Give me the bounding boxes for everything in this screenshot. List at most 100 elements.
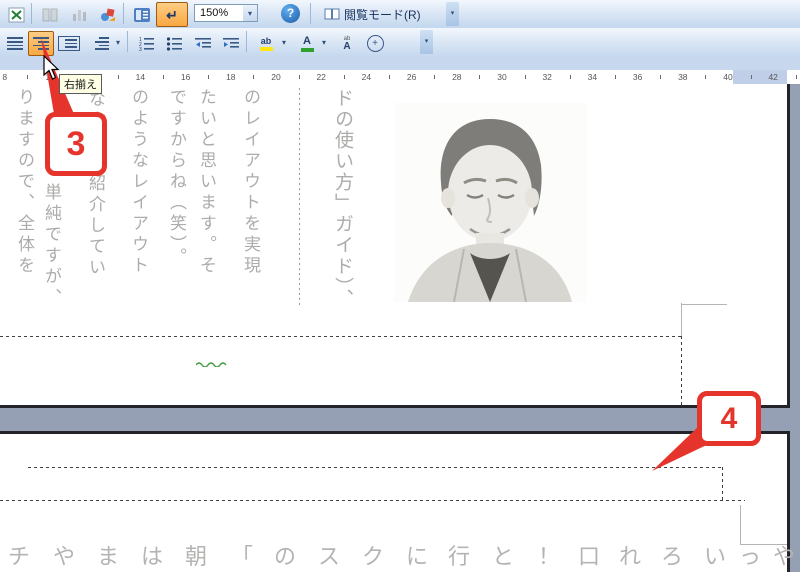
increase-indent-button[interactable] [218, 31, 244, 56]
font-color-icon: A [300, 35, 314, 52]
help-icon: ? [286, 6, 295, 20]
columns-button[interactable] [37, 2, 63, 27]
font-color-dropdown[interactable]: ▾ [318, 31, 330, 54]
chevron-down-icon: ▾ [115, 38, 120, 47]
ruler-tick [479, 75, 481, 79]
ruler-number: 28 [452, 72, 462, 82]
drawing-toolbar-button[interactable] [95, 2, 121, 27]
chart-icon [73, 10, 86, 21]
align-right-button[interactable] [28, 31, 54, 56]
highlight-icon: ab [259, 36, 273, 51]
vertical-text-column: 単純ですが、 [42, 183, 61, 309]
chevron-down-icon: ▾ [450, 10, 455, 17]
vertical-text-column: たいと思います。そ [197, 88, 216, 277]
svg-text:3: 3 [139, 47, 142, 51]
bottom-text-char: は [141, 544, 164, 569]
bottom-text-char: ま [97, 544, 120, 569]
ruby-button[interactable]: ab A [333, 31, 361, 56]
document-map-button[interactable] [129, 2, 155, 27]
decrease-indent-button[interactable] [190, 31, 216, 56]
toolbar-options-grip[interactable]: ▾ [420, 30, 433, 54]
toolbar-separator [127, 31, 128, 52]
ruler-tick [705, 75, 707, 79]
bottom-text-char: ス [318, 544, 341, 569]
footer-boundary-dashed-line-vertical [681, 336, 682, 405]
align-justify-icon [7, 37, 23, 50]
reading-mode-button[interactable]: 閲覧モード(R) [318, 3, 427, 25]
align-justify-button[interactable] [2, 31, 28, 56]
text-boundary-line [681, 304, 727, 305]
font-color-button[interactable]: A [294, 31, 320, 56]
help-button[interactable]: ? [281, 4, 300, 23]
highlight-button[interactable]: ab [252, 31, 280, 56]
decrease-indent-icon [194, 38, 211, 48]
bottom-text-char: の [274, 544, 297, 569]
chevron-down-icon: ▾ [281, 38, 286, 47]
ruler-tick [569, 75, 571, 79]
bottom-text-char: ！ [538, 544, 561, 569]
ruler-margin-shade [733, 70, 787, 84]
vertical-text-column: ですからね（笑）。 [167, 88, 186, 269]
header-boundary-dashed-line-bottom [0, 500, 745, 501]
footer-boundary-dashed-line [0, 336, 681, 337]
insert-excel-worksheet-button[interactable] [4, 2, 30, 27]
ruler-tick [343, 75, 345, 79]
ruler-number: 36 [632, 72, 643, 82]
mouse-cursor-icon [43, 55, 60, 80]
highlight-dropdown[interactable]: ▾ [278, 31, 290, 54]
enclose-character-button[interactable]: + [361, 31, 389, 56]
callout-step-3: 3 [45, 112, 107, 176]
portrait-photo-image[interactable] [394, 103, 586, 302]
align-right-icon [33, 37, 49, 50]
ruler-number: 32 [542, 72, 552, 82]
line-spacing-dropdown[interactable]: ▾ [112, 31, 124, 54]
ruler-tick [524, 75, 526, 79]
bottom-text-char: れ [619, 544, 642, 569]
ruler-number: 34 [587, 72, 598, 82]
ruler-number: 42 [768, 72, 778, 82]
bottom-text-char: や [773, 544, 796, 569]
drawing-icon [101, 7, 115, 21]
ruler-tick [389, 75, 390, 79]
bottom-text-char: チ [8, 544, 31, 569]
toolbar-separator [31, 3, 32, 24]
ruler-tick [117, 75, 119, 79]
bullet-list-button[interactable] [161, 31, 187, 56]
bottom-text-char: 朝 [185, 544, 208, 569]
standard-toolbar: ↵ 150% ▾ ? 閲覧モード(R) ▾ [0, 0, 800, 29]
word-window: ↵ 150% ▾ ? 閲覧モード(R) ▾ ▾ 1 2 3 ab ▾ A ▾ a… [0, 0, 800, 572]
ruler-tick [615, 75, 616, 79]
formatting-marks-icon: ↵ [166, 6, 178, 23]
zoom-input[interactable]: 150% [194, 4, 244, 22]
ruler-number: 16 [180, 72, 191, 82]
bottom-text-char: 行 [448, 544, 471, 569]
line-spacing-button[interactable] [88, 31, 114, 56]
bottom-text-char: ク [362, 544, 385, 569]
ruler-number: 18 [226, 72, 236, 82]
ruler-number: 8 [2, 72, 8, 82]
zoom-dropdown-button[interactable]: ▾ [243, 4, 258, 22]
page2-body[interactable]: ション 2- 特集 IT 活用 チやまは朝「のスクに行と！口れろいっや [0, 431, 795, 572]
text-boundary-line [681, 303, 682, 336]
page1-body[interactable]: りますので、全体を 単純ですが、 な方法を紹介してい のようなレイアウト ですからね（笑… [0, 84, 790, 449]
distribute-text-button[interactable] [56, 31, 82, 56]
bottom-text-char: っ [739, 544, 762, 569]
header-boundary-dashed-line-right [722, 467, 723, 501]
ruler[interactable]: 81012141618202224262830323436384042 [0, 70, 800, 85]
tooltip-text: 右揃え [64, 79, 97, 91]
ruler-number: 22 [316, 72, 326, 82]
toolbar-options-grip[interactable]: ▾ [446, 2, 459, 26]
ruler-number: 20 [271, 72, 281, 82]
toolbar-separator [310, 3, 311, 24]
increase-indent-icon [222, 38, 239, 48]
formatting-marks-toggle-button[interactable]: ↵ [156, 2, 188, 27]
bottom-text-char: と [492, 544, 515, 569]
toolbar-separator [123, 3, 124, 24]
ruler-tick [27, 75, 29, 79]
highlight-color-bar [259, 46, 273, 51]
chart-button[interactable] [66, 2, 92, 27]
numbered-list-button[interactable]: 1 2 3 [133, 31, 159, 56]
distribute-icon [58, 36, 80, 51]
ruler-number: 38 [678, 72, 688, 82]
bottom-text-char: い [704, 544, 727, 569]
